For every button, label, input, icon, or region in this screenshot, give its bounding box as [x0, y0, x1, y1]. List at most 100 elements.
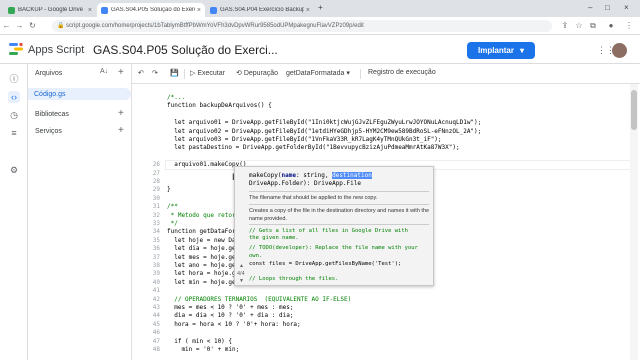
function-select[interactable]: getDataFormatada ▾: [286, 69, 350, 77]
chevron-up-icon[interactable]: ▲: [239, 263, 244, 269]
run-button[interactable]: ▷ Executar: [190, 69, 225, 77]
debug-button[interactable]: ⟲ Depuração: [236, 69, 278, 77]
code-line: // OPERADORES TERNARIOS (EQUIVALENTE AO …: [167, 295, 352, 303]
line-number: 40: [152, 278, 160, 286]
example-code-line: // TODO(developer): Replace the file nam…: [249, 244, 418, 252]
executions-icon[interactable]: ≡: [8, 127, 20, 139]
apps-script-tab-icon: [210, 6, 217, 14]
browser-toolbar: ← → ↻ 🔒 script.google.com/home/projects/…: [0, 17, 640, 35]
bookmark-star-icon[interactable]: ☆: [574, 21, 584, 31]
avatar[interactable]: [612, 43, 627, 58]
example-code-line: const files = DriveApp.getFilesByName('T…: [249, 260, 401, 268]
line-number: 47: [152, 337, 160, 345]
close-tab-icon[interactable]: ×: [306, 7, 310, 14]
mouse-cursor-icon: I: [232, 172, 235, 182]
signature-part: makeCopy(: [249, 172, 282, 179]
forward-icon[interactable]: →: [13, 21, 26, 30]
code-line: /**: [167, 203, 178, 211]
files-section[interactable]: Arquivos: [35, 70, 62, 77]
function-select-value: getDataFormatada: [286, 70, 345, 77]
redo-icon[interactable]: ↷: [152, 69, 158, 77]
deploy-button[interactable]: Implantar ▾: [467, 42, 535, 59]
line-number: 33: [152, 220, 160, 227]
editor-code-icon[interactable]: ‹›: [8, 91, 20, 103]
extensions-icon[interactable]: ⧉: [588, 21, 598, 31]
maximize-icon[interactable]: □: [605, 3, 610, 12]
signature-help-popup: makeCopy(name: string, destination Drive…: [234, 166, 434, 286]
editor-toolbar: ↶ ↷ 💾 ▷ Executar ⟲ Depuração getDataForm…: [132, 64, 640, 84]
google-drive-icon: [8, 6, 15, 14]
tab-label: GAS.S04.P04 Exercício Backup do D...: [220, 7, 304, 13]
overload-counter: 4/4: [237, 271, 245, 277]
tab-google-drive[interactable]: BACKUP - Google Drive ×: [4, 3, 96, 17]
code-line: mes = mes < 10 ? '0' + mes : mes;: [167, 304, 294, 311]
signature-param-name: name: [281, 172, 296, 179]
chevron-down-icon: ▾: [520, 46, 525, 55]
browser-tab-bar: BACKUP - Google Drive × GAS.S04.P05 Solu…: [0, 0, 640, 17]
url-text: script.google.com/home/projects/1bTablym…: [66, 23, 364, 29]
sort-az-icon[interactable]: A↓: [100, 68, 108, 75]
execution-log-button[interactable]: Registro de execução: [368, 69, 436, 76]
tab-label: GAS.S04.P05 Solução do Exercício: [111, 7, 195, 13]
add-library-icon[interactable]: +: [118, 108, 124, 119]
settings-gear-icon[interactable]: ⚙: [8, 164, 20, 176]
file-item-codigo[interactable]: Código.gs: [28, 88, 131, 100]
save-icon[interactable]: 💾: [170, 69, 179, 77]
method-doc: Creates a copy of the file in the destin…: [249, 208, 430, 222]
add-service-icon[interactable]: +: [118, 125, 124, 136]
code-line: if ( min < 10) {: [167, 337, 233, 345]
scrollbar-thumb[interactable]: [631, 90, 637, 130]
triggers-clock-icon[interactable]: ◷: [8, 109, 20, 121]
line-number: 28: [152, 178, 160, 185]
debug-icon: ⟲: [236, 70, 244, 77]
services-label: Serviços: [35, 128, 62, 135]
example-comment: own.: [249, 253, 263, 259]
close-tab-icon[interactable]: ×: [197, 7, 201, 14]
add-file-icon[interactable]: +: [118, 67, 124, 78]
address-bar[interactable]: 🔒 script.google.com/home/projects/1bTabl…: [52, 20, 552, 32]
libraries-section[interactable]: Bibliotecas: [35, 111, 69, 118]
chevron-down-icon[interactable]: ▼: [239, 278, 244, 284]
tab-label: BACKUP - Google Drive: [18, 7, 83, 13]
info-icon[interactable]: ⓘ: [8, 73, 20, 85]
example-code: const files = DriveApp.getFilesByName('T…: [249, 261, 402, 267]
minimize-icon[interactable]: –: [588, 3, 592, 12]
new-tab-button[interactable]: +: [318, 3, 323, 12]
close-tab-icon[interactable]: ×: [88, 7, 92, 14]
toolbar-divider: [184, 69, 185, 79]
signature-part: : string,: [295, 172, 333, 179]
apps-script-tab-icon: [101, 6, 108, 14]
reload-icon[interactable]: ↻: [26, 21, 39, 30]
line-number: 38: [152, 262, 160, 269]
line-number: 48: [152, 346, 160, 353]
line-number: 32: [152, 211, 160, 219]
back-icon[interactable]: ←: [0, 21, 13, 30]
code-line: let pastaDestino = DriveApp.getFolderByI…: [167, 144, 460, 152]
profile-icon[interactable]: ●: [606, 21, 616, 31]
popup-divider: [249, 191, 429, 192]
code-line: }: [167, 186, 171, 194]
tab-exercicio[interactable]: GAS.S04.P04 Exercício Backup do D... ×: [206, 3, 314, 17]
editor-scrollbar[interactable]: [630, 84, 638, 360]
deploy-label: Implantar: [477, 46, 514, 55]
services-section[interactable]: Serviços: [35, 128, 62, 135]
popup-divider: [249, 224, 429, 225]
files-label: Arquivos: [35, 70, 63, 77]
tab-solucao[interactable]: GAS.S04.P05 Solução do Exercício ×: [97, 3, 205, 17]
code-line: /*...: [167, 94, 186, 101]
debug-label: Depuração: [243, 70, 279, 77]
code-line: min = '0' + min;: [167, 346, 240, 353]
browser-menu-icon[interactable]: ⋮: [624, 21, 634, 31]
undo-icon[interactable]: ↶: [138, 69, 144, 77]
close-window-icon[interactable]: ×: [624, 3, 629, 12]
apps-script-logo-icon: [9, 42, 23, 55]
share-icon[interactable]: ⇪: [560, 21, 570, 31]
signature-return: DriveApp.Folder): DriveApp.File: [249, 180, 361, 187]
line-number: 30: [152, 194, 160, 202]
left-nav-rail: ⓘ ‹› ◷ ≡ ⚙: [0, 64, 28, 360]
file-name: Código.gs: [34, 90, 66, 98]
line-number: 35: [152, 236, 160, 244]
code-line: let arquivo01 = DriveApp.getFileById("1I…: [167, 119, 482, 127]
line-number: 39: [152, 270, 160, 278]
project-title[interactable]: GAS.S04.P05 Solução do Exerci...: [93, 43, 278, 57]
